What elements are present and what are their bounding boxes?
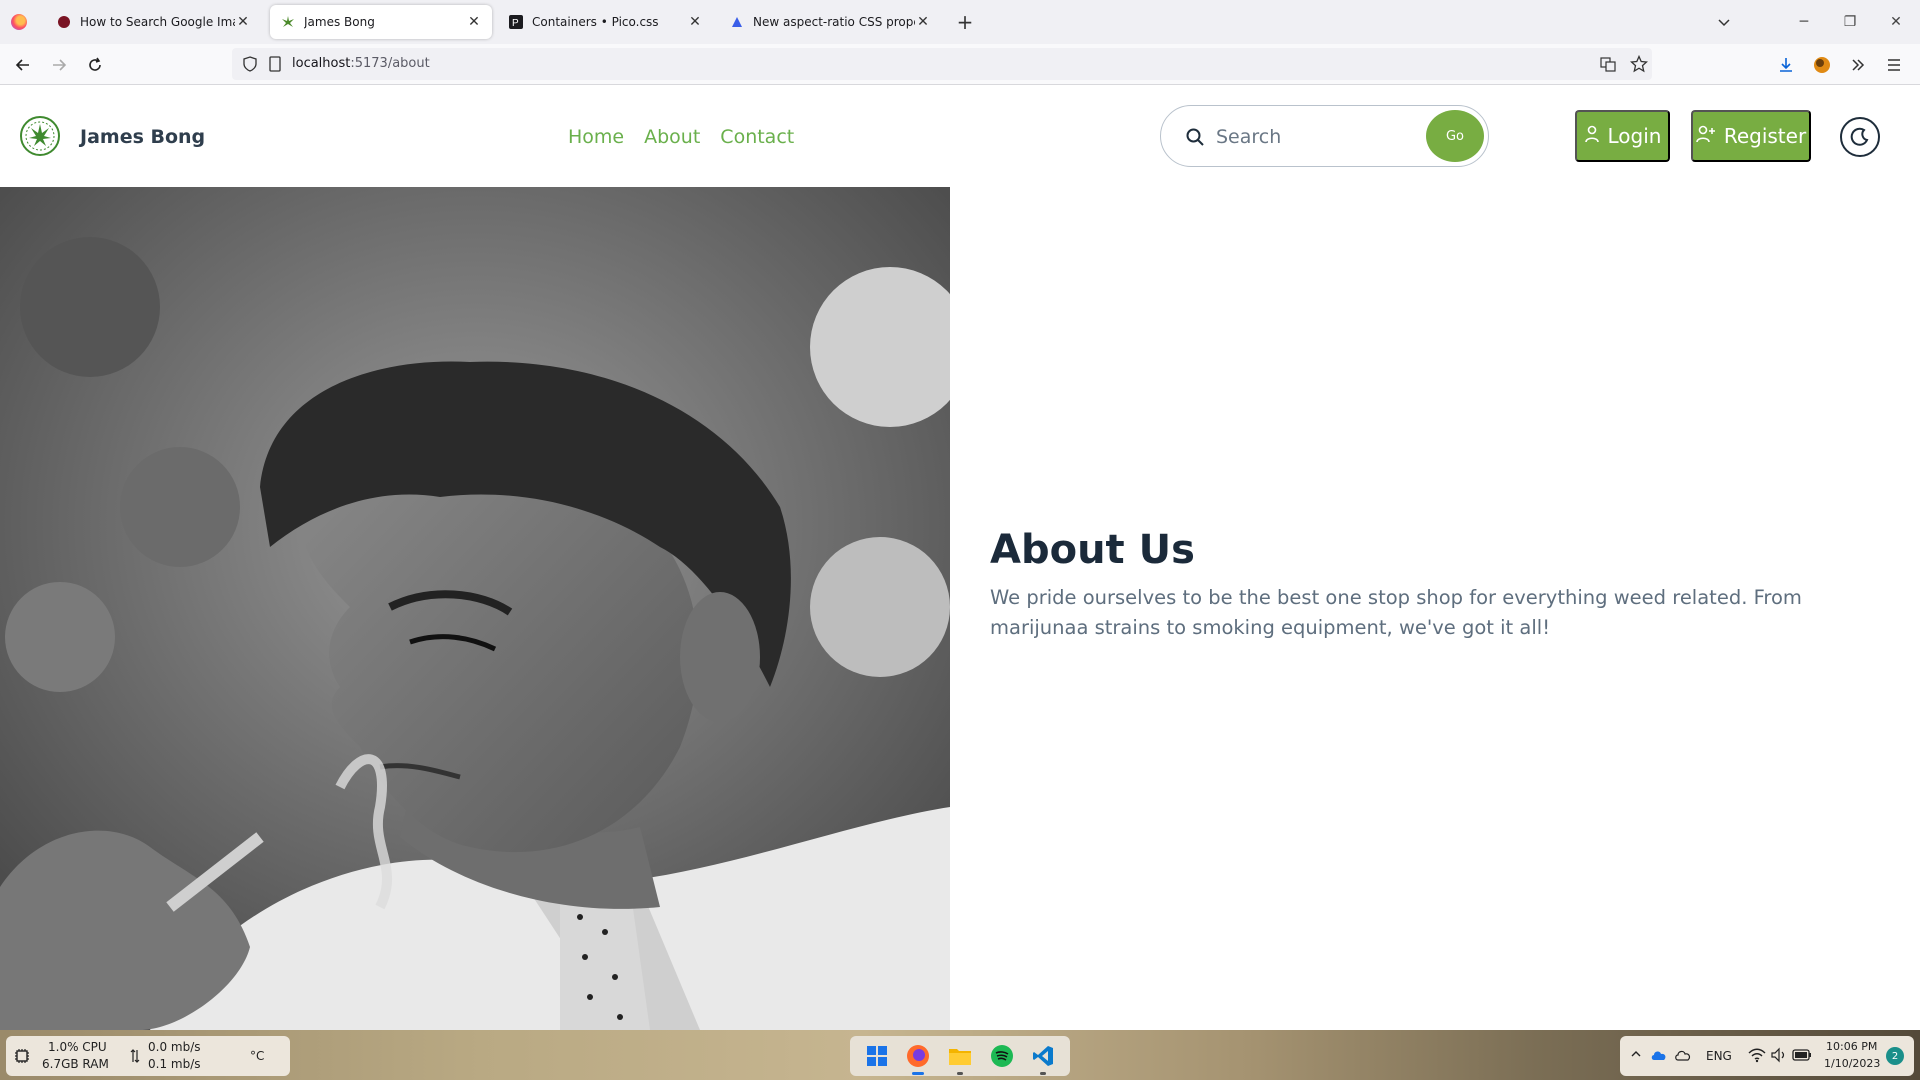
tab-google-images[interactable]: How to Search Google Images ✕: [46, 5, 261, 39]
downloads-icon[interactable]: [1773, 52, 1799, 78]
system-tray: ENG 10:06 PM 1/10/2023 2: [1620, 1036, 1914, 1076]
restore-icon[interactable]: ❐: [1836, 8, 1864, 36]
active-app-indicator: [912, 1072, 925, 1075]
firefox-logo-icon[interactable]: [11, 14, 27, 30]
cpu-chip-icon: [14, 1048, 30, 1067]
brand-name[interactable]: James Bong: [80, 126, 205, 148]
svg-text:P: P: [512, 18, 519, 29]
tab-pico-containers[interactable]: P Containers • Pico.css ✕: [498, 5, 713, 39]
login-button[interactable]: Login: [1575, 110, 1670, 162]
url-path: :5173/about: [350, 56, 430, 71]
vscode-icon[interactable]: [1028, 1041, 1058, 1075]
network-up: 0.1 mb/s: [148, 1057, 201, 1071]
window-close-icon[interactable]: ✕: [1882, 8, 1910, 36]
bookmark-star-icon[interactable]: [1629, 54, 1649, 77]
chevron-up-icon[interactable]: [1630, 1048, 1642, 1063]
open-app-indicator: [956, 1072, 963, 1075]
register-label: Register: [1723, 124, 1807, 148]
system-monitor-widget[interactable]: 1.0% CPU 6.7GB RAM 0.0 mb/s 0.1 mb/s °C: [6, 1036, 290, 1076]
page-info-icon[interactable]: [268, 56, 282, 76]
leaf-favicon-icon: [280, 14, 296, 30]
url-bar[interactable]: localhost:5173/about: [232, 48, 1652, 80]
reload-icon[interactable]: [82, 52, 108, 78]
tab-title: James Bong: [304, 15, 375, 29]
browser-nav-bar: localhost:5173/about: [0, 44, 1920, 85]
tab-james-bong[interactable]: James Bong ✕: [270, 5, 492, 39]
url-host: localhost: [292, 56, 351, 71]
volume-icon[interactable]: [1770, 1047, 1788, 1066]
search-box: Go: [1160, 105, 1489, 167]
about-hero-photo: [0, 187, 950, 1030]
temperature-unit: °C: [250, 1049, 265, 1063]
site-header: James Bong Home About Contact Go Login R…: [0, 86, 1920, 187]
file-explorer-icon[interactable]: [945, 1041, 975, 1075]
search-go-button[interactable]: Go: [1426, 110, 1484, 162]
notification-badge[interactable]: 2: [1886, 1047, 1904, 1065]
cloud-outline-icon[interactable]: [1674, 1048, 1692, 1065]
about-section: About Us We pride ourselves to be the be…: [990, 527, 1890, 643]
close-icon[interactable]: ✕: [235, 14, 251, 30]
tab-aspect-ratio[interactable]: New aspect-ratio CSS property ✕: [719, 5, 941, 39]
register-button[interactable]: Register: [1691, 110, 1811, 162]
login-label: Login: [1607, 124, 1662, 148]
windows-start-icon[interactable]: [862, 1041, 892, 1071]
network-arrows-icon: [130, 1048, 140, 1067]
open-app-indicator: [1040, 1072, 1047, 1075]
browser-tab-bar: How to Search Google Images ✕ James Bong…: [0, 0, 1920, 44]
spotify-icon[interactable]: [987, 1041, 1017, 1071]
cannabis-logo-icon[interactable]: [20, 116, 60, 156]
extension-icon[interactable]: [1809, 52, 1835, 78]
search-input[interactable]: [1216, 120, 1416, 154]
tracking-shield-icon[interactable]: [242, 56, 258, 76]
wifi-icon[interactable]: [1748, 1047, 1766, 1066]
overflow-chevrons-icon[interactable]: [1845, 52, 1871, 78]
tab-title: New aspect-ratio CSS property: [753, 15, 915, 29]
main-nav: Home About Contact: [568, 126, 794, 148]
minimize-icon[interactable]: ─: [1790, 8, 1818, 36]
site-favicon-icon: [56, 14, 72, 30]
site-favicon-icon: [729, 14, 745, 30]
pinned-apps: [850, 1036, 1070, 1076]
tab-title: Containers • Pico.css: [532, 15, 659, 29]
onedrive-cloud-icon[interactable]: [1650, 1048, 1668, 1065]
clock-date[interactable]: 1/10/2023: [1824, 1057, 1880, 1070]
translate-icon[interactable]: [1600, 56, 1616, 76]
ram-usage: 6.7GB RAM: [42, 1057, 109, 1071]
search-icon: [1185, 127, 1205, 147]
language-indicator[interactable]: ENG: [1706, 1049, 1732, 1063]
windows-taskbar: 1.0% CPU 6.7GB RAM 0.0 mb/s 0.1 mb/s °C: [0, 1030, 1920, 1080]
user-icon: [1584, 124, 1600, 148]
nav-link-about[interactable]: About: [644, 126, 700, 148]
about-heading: About Us: [990, 527, 1195, 573]
close-icon[interactable]: ✕: [915, 14, 931, 30]
chevron-down-icon[interactable]: [1712, 10, 1736, 34]
cpu-usage: 1.0% CPU: [48, 1040, 107, 1054]
user-plus-icon: [1696, 124, 1716, 148]
battery-icon[interactable]: [1792, 1048, 1812, 1065]
new-tab-plus-icon[interactable]: +: [953, 10, 977, 34]
clock-time[interactable]: 10:06 PM: [1826, 1040, 1877, 1053]
theme-toggle-moon-icon[interactable]: [1840, 117, 1880, 157]
close-icon[interactable]: ✕: [466, 14, 482, 30]
close-icon[interactable]: ✕: [687, 14, 703, 30]
back-arrow-icon[interactable]: [10, 52, 36, 78]
nav-link-contact[interactable]: Contact: [720, 126, 794, 148]
nav-link-home[interactable]: Home: [568, 126, 624, 148]
about-body: We pride ourselves to be the best one st…: [990, 586, 1802, 639]
url-text: localhost:5173/about: [292, 56, 430, 71]
forward-arrow-icon[interactable]: [46, 52, 72, 78]
pico-favicon-icon: P: [508, 14, 524, 30]
firefox-app-icon[interactable]: [903, 1041, 933, 1075]
hamburger-menu-icon[interactable]: [1881, 52, 1907, 78]
tab-title: How to Search Google Images: [80, 15, 235, 29]
network-down: 0.0 mb/s: [148, 1040, 201, 1054]
